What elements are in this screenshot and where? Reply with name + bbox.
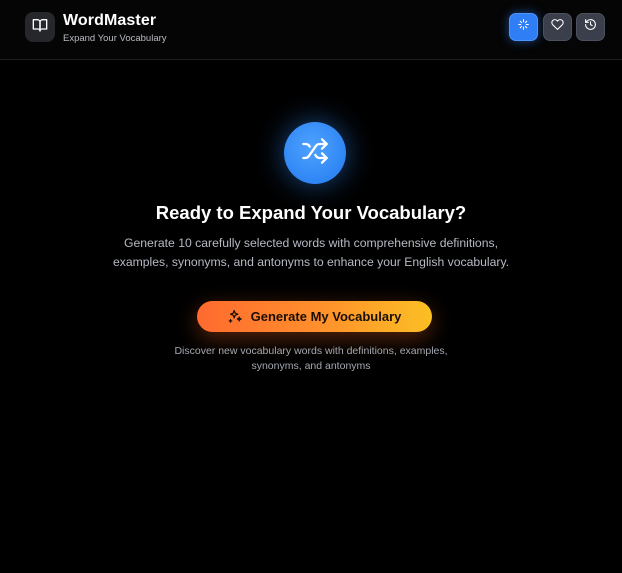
history-icon	[584, 18, 597, 36]
app-subtitle: Expand Your Vocabulary	[63, 33, 167, 44]
sparkles-icon	[228, 309, 243, 324]
shuffle-icon	[301, 137, 329, 170]
hero-shuffle-badge	[284, 122, 346, 184]
app-title: WordMaster	[63, 12, 157, 29]
app-header: WordMaster Expand Your Vocabulary	[0, 0, 622, 60]
heart-icon	[551, 18, 564, 36]
generate-view-button[interactable]	[509, 13, 538, 41]
hero-description: Generate 10 carefully selected words wit…	[112, 236, 510, 269]
app-logo	[25, 12, 55, 42]
favorites-button[interactable]	[543, 13, 572, 41]
sparkle-icon	[517, 18, 530, 36]
generate-hint-text: Discover new vocabulary words with defin…	[174, 345, 448, 372]
generate-button-label: Generate My Vocabulary	[250, 309, 402, 324]
hero-title: Ready to Expand Your Vocabulary?	[155, 202, 467, 223]
generate-vocabulary-button[interactable]: Generate My Vocabulary	[197, 301, 432, 332]
history-button[interactable]	[576, 13, 605, 41]
open-book-icon	[32, 17, 48, 38]
